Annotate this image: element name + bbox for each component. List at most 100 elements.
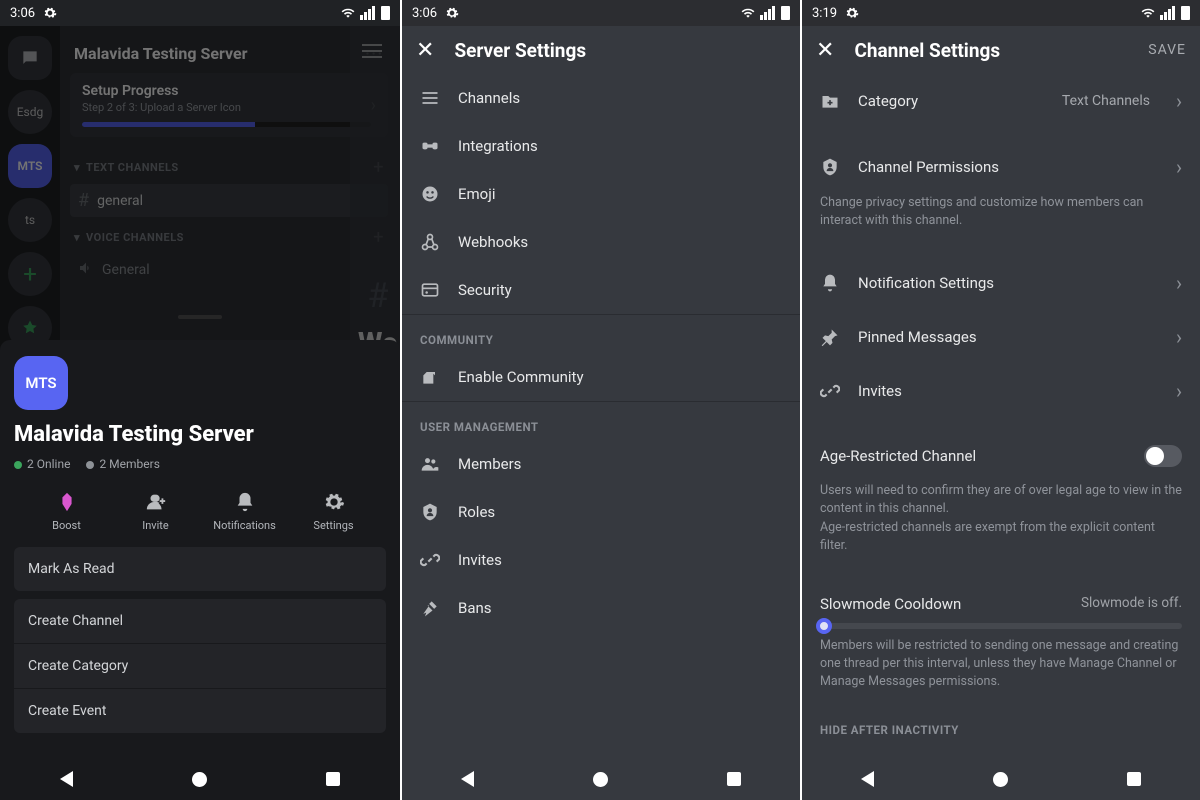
settings-list: Channels Integrations Emoji Webhooks Sec…: [402, 74, 800, 632]
row-integrations[interactable]: Integrations: [402, 122, 800, 170]
status-bar: 3:06: [402, 0, 800, 26]
row-webhooks[interactable]: Webhooks: [402, 218, 800, 266]
user-management-label: USER MANAGEMENT: [402, 402, 800, 440]
close-icon[interactable]: ✕: [416, 38, 434, 63]
wifi-icon: [340, 6, 356, 20]
row-permissions[interactable]: Channel Permissions ›: [802, 140, 1200, 194]
gear-icon: [845, 6, 859, 20]
sheet-server-title: Malavida Testing Server: [14, 422, 386, 447]
create-channel-button[interactable]: Create Channel: [14, 599, 386, 644]
status-time: 3:06: [412, 6, 437, 21]
wifi-icon: [1140, 6, 1156, 20]
battery-icon: [781, 6, 790, 20]
chevron-right-icon: ›: [1176, 325, 1182, 349]
create-category-button[interactable]: Create Category: [14, 644, 386, 689]
slowmode-desc: Members will be restricted to sending on…: [802, 637, 1200, 705]
nav-home-icon[interactable]: [593, 772, 608, 787]
create-group: Create Channel Create Category Create Ev…: [14, 599, 386, 733]
chevron-right-icon: ›: [1176, 271, 1182, 295]
row-emoji[interactable]: Emoji: [402, 170, 800, 218]
channels-icon: [420, 88, 440, 108]
boost-icon: [56, 491, 78, 513]
row-members[interactable]: Members: [402, 440, 800, 488]
settings-label: Settings: [313, 519, 353, 532]
create-event-button[interactable]: Create Event: [14, 689, 386, 733]
channel-settings-list: Category Text Channels › Channel Permiss…: [802, 74, 1200, 743]
invite-button[interactable]: Invite: [111, 491, 200, 532]
battery-icon: [381, 6, 390, 20]
online-dot-icon: [14, 461, 22, 469]
link-icon: [820, 381, 840, 401]
signal-icon: [1160, 6, 1175, 20]
row-label: Integrations: [458, 137, 538, 155]
row-label: Webhooks: [458, 233, 528, 251]
row-label: Security: [458, 281, 512, 299]
slider-thumb[interactable]: [816, 618, 832, 634]
row-age-restricted[interactable]: Age-Restricted Channel: [802, 430, 1200, 482]
row-security[interactable]: Security: [402, 266, 800, 314]
server-icon: MTS: [14, 356, 68, 410]
row-label: Age-Restricted Channel: [820, 447, 976, 465]
slowmode-label: Slowmode Cooldown: [820, 595, 961, 613]
row-label: Pinned Messages: [858, 328, 977, 346]
age-desc: Users will need to confirm they are of o…: [802, 482, 1200, 569]
row-category[interactable]: Category Text Channels ›: [802, 74, 1200, 128]
wifi-icon: [740, 6, 756, 20]
nav-recent-icon[interactable]: [1127, 772, 1141, 786]
boost-button[interactable]: Boost: [22, 491, 111, 532]
row-invites[interactable]: Invites ›: [802, 364, 1200, 418]
gear-icon: [323, 491, 345, 513]
row-bans[interactable]: Bans: [402, 584, 800, 632]
nav-recent-icon[interactable]: [326, 772, 340, 786]
row-slowmode: Slowmode Cooldown Slowmode is off.: [802, 581, 1200, 617]
security-icon: [420, 280, 440, 300]
integrations-icon: [420, 136, 440, 156]
nav-back-icon[interactable]: [861, 771, 874, 787]
mark-as-read-button[interactable]: Mark As Read: [14, 547, 386, 591]
row-label: Notification Settings: [858, 274, 994, 292]
row-label: Category: [858, 92, 918, 110]
row-label: Members: [458, 455, 521, 473]
screenshot-server-settings: 3:06 ✕ Server Settings Channels Integrat…: [400, 0, 800, 800]
hide-inactivity-label: HIDE AFTER INACTIVITY: [802, 705, 1200, 743]
chevron-right-icon: ›: [1176, 155, 1182, 179]
row-label: Invites: [858, 382, 902, 400]
nav-home-icon[interactable]: [192, 772, 207, 787]
nav-home-icon[interactable]: [993, 772, 1008, 787]
row-roles[interactable]: Roles: [402, 488, 800, 536]
nav-back-icon[interactable]: [461, 771, 474, 787]
status-bar: 3:19: [802, 0, 1200, 26]
page-title: Channel Settings: [854, 39, 1000, 62]
screenshot-channel-settings: 3:19 ✕ Channel Settings SAVE Category Te…: [800, 0, 1200, 800]
row-enable-community[interactable]: Enable Community: [402, 353, 800, 401]
row-label: Enable Community: [458, 368, 584, 386]
slowmode-value: Slowmode is off.: [1081, 595, 1182, 613]
folder-plus-icon: [820, 91, 840, 111]
notifications-button[interactable]: Notifications: [200, 491, 289, 532]
battery-icon: [1181, 6, 1190, 20]
emoji-icon: [420, 184, 440, 204]
android-navbar: [0, 758, 400, 800]
invite-label: Invite: [142, 519, 169, 532]
nav-recent-icon[interactable]: [727, 772, 741, 786]
status-time: 3:06: [10, 6, 35, 21]
save-button[interactable]: SAVE: [1148, 42, 1186, 58]
slowmode-slider[interactable]: [820, 623, 1182, 629]
webhooks-icon: [420, 232, 440, 252]
row-pinned[interactable]: Pinned Messages ›: [802, 310, 1200, 364]
settings-button[interactable]: Settings: [289, 491, 378, 532]
header: ✕ Server Settings: [402, 26, 800, 74]
member-dot-icon: [86, 461, 94, 469]
pin-icon: [820, 327, 840, 347]
close-icon[interactable]: ✕: [816, 38, 834, 63]
row-notifications[interactable]: Notification Settings ›: [802, 256, 1200, 310]
header: ✕ Channel Settings SAVE: [802, 26, 1200, 74]
android-navbar: [802, 758, 1200, 800]
nav-back-icon[interactable]: [60, 771, 73, 787]
android-navbar: [402, 758, 800, 800]
link-icon: [420, 550, 440, 570]
age-toggle[interactable]: [1144, 445, 1182, 467]
row-channels[interactable]: Channels: [402, 74, 800, 122]
row-invites[interactable]: Invites: [402, 536, 800, 584]
screenshot-server-menu: Esdg MTS ts + Malavida Testing Server ··…: [0, 0, 400, 800]
